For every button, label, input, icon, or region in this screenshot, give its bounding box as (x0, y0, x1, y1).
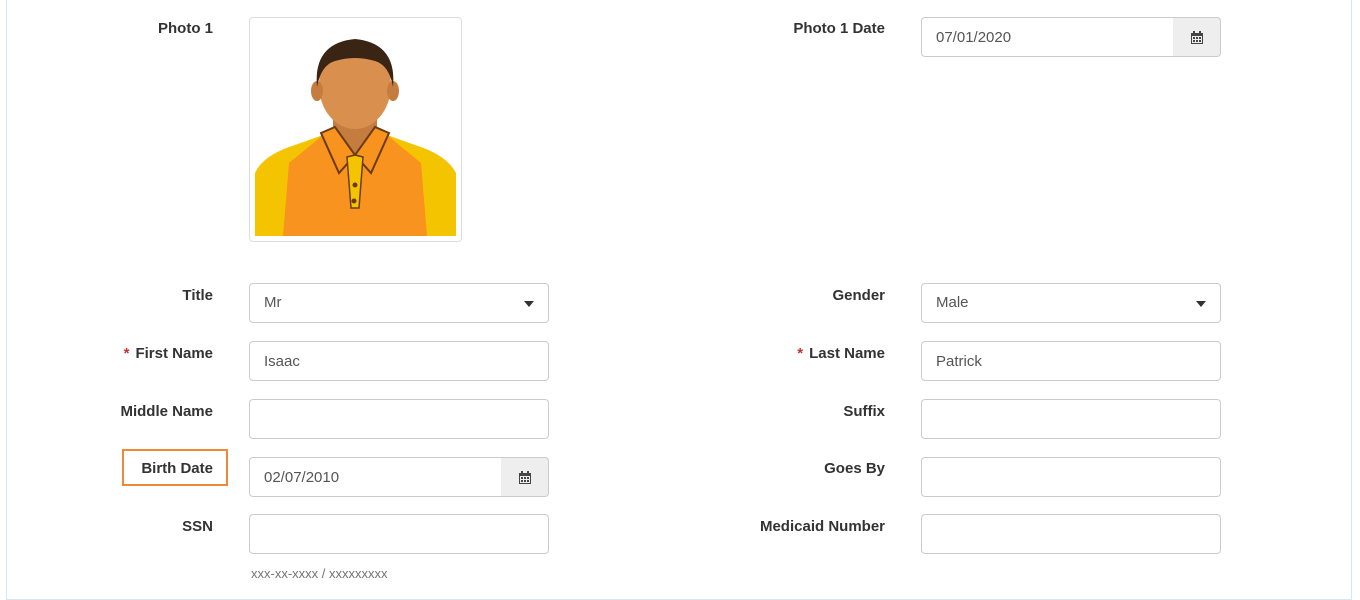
birth-date-input[interactable] (249, 457, 502, 497)
first-name-label: * First Name (100, 345, 213, 363)
chevron-down-icon (1196, 301, 1206, 307)
medicaid-number-input[interactable] (921, 514, 1221, 554)
middle-name-label: Middle Name (120, 403, 213, 420)
suffix-input[interactable] (921, 399, 1221, 439)
photo1-date-label: Photo 1 Date (793, 20, 885, 37)
ssn-input[interactable] (249, 514, 549, 554)
title-label: Title (182, 287, 213, 304)
birth-date-picker (249, 457, 549, 497)
gender-select-value: Male (936, 294, 969, 311)
first-name-input[interactable] (249, 341, 549, 381)
chevron-down-icon (524, 301, 534, 307)
person-avatar-icon (255, 39, 456, 236)
gender-select[interactable]: Male (921, 283, 1221, 323)
title-select[interactable]: Mr (249, 283, 549, 323)
photo1-date-calendar-button[interactable] (1173, 17, 1221, 57)
birth-date-label: Birth Date (141, 460, 213, 477)
photo1-date-picker (921, 17, 1221, 57)
first-name-label-text: First Name (135, 345, 213, 362)
photo1-label: Photo 1 (158, 20, 213, 37)
medicaid-number-label: Medicaid Number (759, 518, 885, 535)
last-name-input[interactable] (921, 341, 1221, 381)
ssn-format-hint: xxx-xx-xxxx / xxxxxxxxx (251, 566, 388, 581)
middle-name-input[interactable] (249, 399, 549, 439)
photo1-date-input[interactable] (921, 17, 1174, 57)
required-marker: * (797, 345, 804, 362)
goes-by-label: Goes By (824, 460, 885, 477)
calendar-icon (518, 470, 531, 484)
goes-by-input[interactable] (921, 457, 1221, 497)
birth-date-calendar-button[interactable] (501, 457, 549, 497)
calendar-icon (1190, 30, 1203, 44)
gender-label: Gender (832, 287, 885, 304)
title-select-value: Mr (264, 294, 282, 311)
required-marker: * (123, 345, 130, 362)
suffix-label: Suffix (843, 403, 885, 420)
photo1-thumbnail[interactable] (249, 17, 462, 242)
ssn-label: SSN (182, 518, 213, 535)
last-name-label-text: Last Name (809, 345, 885, 362)
last-name-label: * Last Name (760, 345, 885, 363)
